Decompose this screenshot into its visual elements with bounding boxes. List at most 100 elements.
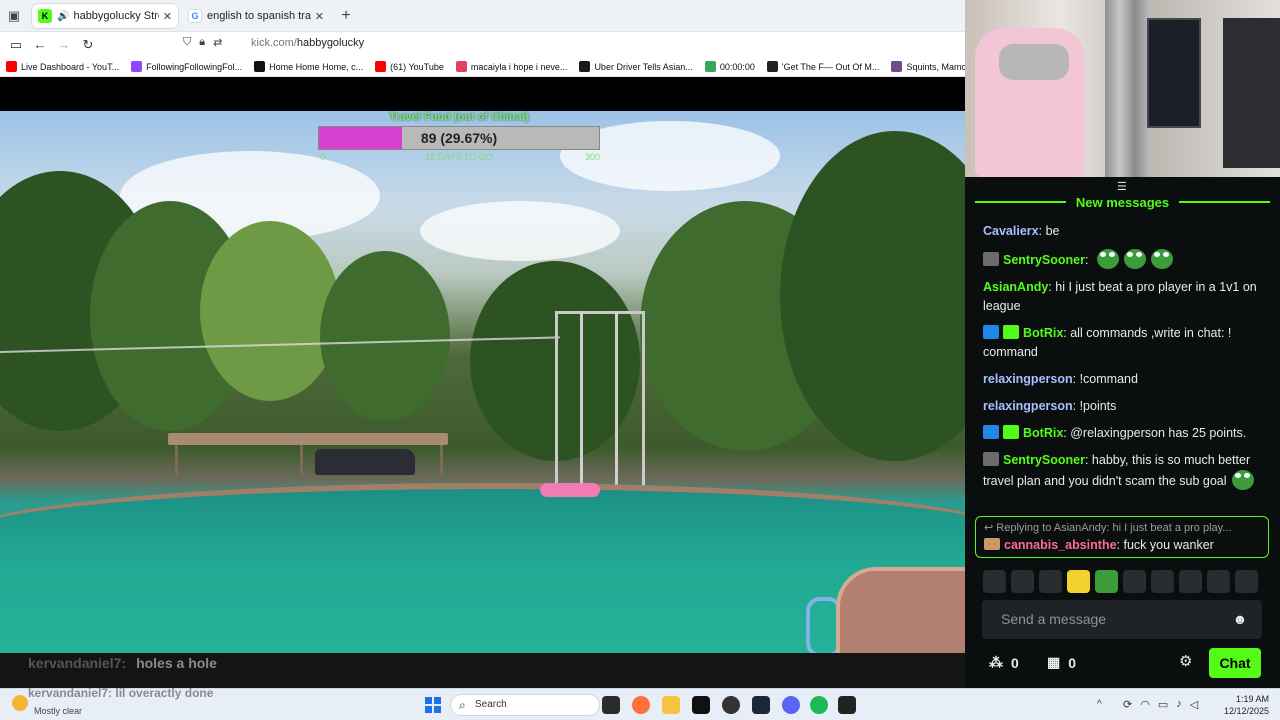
chat-message: SentrySooner: habby, this is so much bet… (983, 451, 1273, 491)
display-icon[interactable]: ▭ (1158, 698, 1168, 711)
mic-icon[interactable]: ♪ (1176, 698, 1182, 711)
kick-icon: K (38, 9, 52, 23)
weather-text: Mostly clear (34, 706, 83, 716)
tray-overflow-icon[interactable]: ^ (1097, 699, 1102, 710)
navigation-bar: ▭ ← → ↻ ⛉ 🔒︎ ⇄ kick.com/habbygolucky (0, 32, 965, 57)
obs-icon[interactable] (722, 696, 740, 714)
chat-username[interactable]: AsianAndy (983, 280, 1048, 294)
emote-icon[interactable] (1151, 570, 1174, 593)
sync-icon[interactable]: ⟳ (1123, 698, 1132, 711)
url-path: habbygolucky (296, 37, 365, 49)
discord-icon[interactable] (782, 696, 800, 714)
reload-button[interactable]: ↻ (79, 36, 97, 54)
spotify-icon[interactable] (810, 696, 828, 714)
reply-message[interactable]: ↩ Replying to AsianAndy: hi I just beat … (975, 516, 1269, 558)
shield-icon[interactable]: ⛉ (183, 36, 191, 49)
speaker-icon[interactable]: ◁ (1190, 698, 1198, 711)
bookmark-item[interactable]: Squints, Mamcita, Asia... (891, 61, 965, 72)
goal-progress-label: 89 (29.67%) (420, 130, 498, 146)
browser-window: ▣ K 🔊 habbygolucky Stream - Wa ✕ G engli… (0, 0, 965, 700)
bookmark-item[interactable]: 00:00:00 (704, 61, 755, 72)
gifts-count: 0 (1068, 654, 1077, 671)
emote-icon[interactable] (1235, 570, 1258, 593)
emote-icon[interactable] (1179, 570, 1202, 593)
new-messages-label: New messages (1075, 194, 1170, 210)
emote-icon[interactable] (1011, 570, 1034, 593)
app-icon[interactable] (838, 696, 856, 714)
back-button[interactable]: ← (31, 36, 49, 54)
chat-username[interactable]: relaxingperson (983, 399, 1073, 413)
chat-username[interactable]: Cavalierx (983, 224, 1039, 238)
chat-username[interactable]: cannabis_absinthe (1004, 538, 1117, 552)
steam-icon[interactable] (752, 696, 770, 714)
stream-video[interactable]: Travel Fund (out of China!) 89 (29.67%) … (0, 111, 965, 653)
chat-username[interactable]: BotRix (1023, 326, 1063, 340)
bookmark-item[interactable]: Live Dashboard - YouT... (6, 61, 119, 72)
tab-manager-icon[interactable]: ▣ (6, 8, 22, 24)
bookmark-item[interactable]: FollowingFollowingFol... (131, 61, 242, 72)
close-tab-icon[interactable]: ✕ (163, 10, 172, 23)
emote-icon[interactable] (1067, 570, 1090, 593)
file-explorer-icon[interactable] (662, 696, 680, 714)
bookmark-label: 'Get The F— Out Of M... (781, 61, 880, 72)
permissions-icon[interactable]: ⇄ (213, 36, 222, 49)
new-messages-divider[interactable]: New messages (975, 193, 1271, 211)
bookmark-label: 00:00:00 (719, 61, 755, 72)
close-tab-icon[interactable]: ✕ (315, 10, 324, 23)
chat-input[interactable]: Send a message ☻ (982, 600, 1262, 639)
bookmark-item[interactable]: 'Get The F— Out Of M... (766, 61, 880, 72)
firefox-icon[interactable] (632, 696, 650, 714)
collapse-handle-icon[interactable]: ☰ (1117, 180, 1127, 193)
emote-icon[interactable] (983, 570, 1006, 593)
emote-icon[interactable] (1123, 570, 1146, 593)
lock-icon[interactable]: 🔒︎ (199, 36, 205, 49)
chat-username[interactable]: relaxingperson (983, 372, 1073, 386)
gear-icon[interactable]: ⚙ (1179, 654, 1195, 670)
bookmark-icon (891, 61, 903, 72)
chat-username[interactable]: BotRix (1023, 426, 1063, 440)
reply-body: cannabis_absinthe: fuck you wanker (984, 538, 1260, 552)
sidebar-toggle-icon[interactable]: ▭ (7, 36, 25, 54)
tab-translator[interactable]: G english to spanish translator - G ✕ (182, 4, 330, 28)
bookmark-item[interactable]: (61) YouTube (375, 61, 444, 72)
points-icon: ⁂ (989, 654, 1003, 670)
points-button[interactable]: ⁂ 0 (989, 654, 1019, 671)
x-app-icon[interactable] (692, 696, 710, 714)
clock[interactable]: 1:19 AM 12/12/2025 (1224, 693, 1269, 717)
user-badge-icon (983, 452, 999, 466)
chat-message: BotRix: @relaxingperson has 25 points. (983, 424, 1273, 443)
chat-text: be (1045, 224, 1060, 238)
address-bar[interactable]: kick.com/habbygolucky (251, 37, 364, 49)
tab-title: english to spanish translator - G (207, 10, 311, 22)
emote-icon[interactable] (1207, 570, 1230, 593)
emoji-picker-icon[interactable]: ☻ (1232, 611, 1248, 627)
tab-habbygolucky[interactable]: K 🔊 habbygolucky Stream - Wa ✕ (32, 4, 178, 28)
overlay-chat-text: lil overactly done (115, 686, 214, 700)
emote-icon[interactable] (1039, 570, 1062, 593)
gifts-button[interactable]: ▦ 0 (1047, 654, 1076, 671)
new-tab-button[interactable]: + (336, 6, 356, 26)
user-badge-icon (1003, 425, 1019, 439)
user-badge-icon (1003, 325, 1019, 339)
bookmark-icon (375, 61, 387, 72)
chat-text: all commands ,write in chat: ! command (983, 326, 1232, 359)
taskbar-search[interactable]: ⌕ Search (450, 694, 600, 716)
points-count: 0 (1011, 654, 1019, 671)
emote-icon[interactable] (1095, 570, 1118, 593)
chat-send-button[interactable]: Chat (1209, 648, 1261, 678)
chat-username[interactable]: SentrySooner (1003, 453, 1085, 467)
url-icons: ⛉ 🔒︎ ⇄ (183, 36, 222, 49)
start-button[interactable] (425, 697, 441, 713)
bookmark-label: Uber Driver Tells Asian... (594, 61, 693, 72)
speaker-icon[interactable]: 🔊 (57, 11, 69, 22)
bookmark-item[interactable]: Home Home Home, c... (254, 61, 363, 72)
bookmark-item[interactable]: Uber Driver Tells Asian... (579, 61, 693, 72)
task-view-icon[interactable] (602, 696, 620, 714)
chat-text: !command (1079, 372, 1138, 386)
wifi-icon[interactable]: ◠ (1140, 698, 1150, 711)
chat-username[interactable]: SentrySooner (1003, 253, 1085, 267)
forward-button[interactable]: → (55, 36, 73, 54)
google-icon: G (188, 9, 202, 23)
chat-text: @relaxingperson has 25 points. (1070, 426, 1247, 440)
bookmark-item[interactable]: macaiyla i hope i neve... (455, 61, 567, 72)
